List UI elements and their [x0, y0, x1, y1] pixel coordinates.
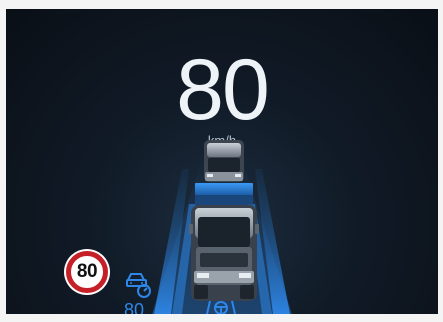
instrument-cluster-display: 80 km/h [6, 9, 438, 314]
speed-limit-value: 80 [76, 261, 98, 282]
speed-limit-sign: 80 [66, 251, 108, 293]
lane-keeping-steering-icon [206, 300, 236, 314]
lead-vehicle [204, 140, 244, 182]
screen-frame: 80 km/h [0, 0, 443, 322]
ego-vehicle [189, 205, 259, 301]
adaptive-cruise-icon [126, 273, 151, 298]
cruise-set-speed: 80 [124, 300, 145, 314]
following-distance-bar [195, 183, 253, 205]
